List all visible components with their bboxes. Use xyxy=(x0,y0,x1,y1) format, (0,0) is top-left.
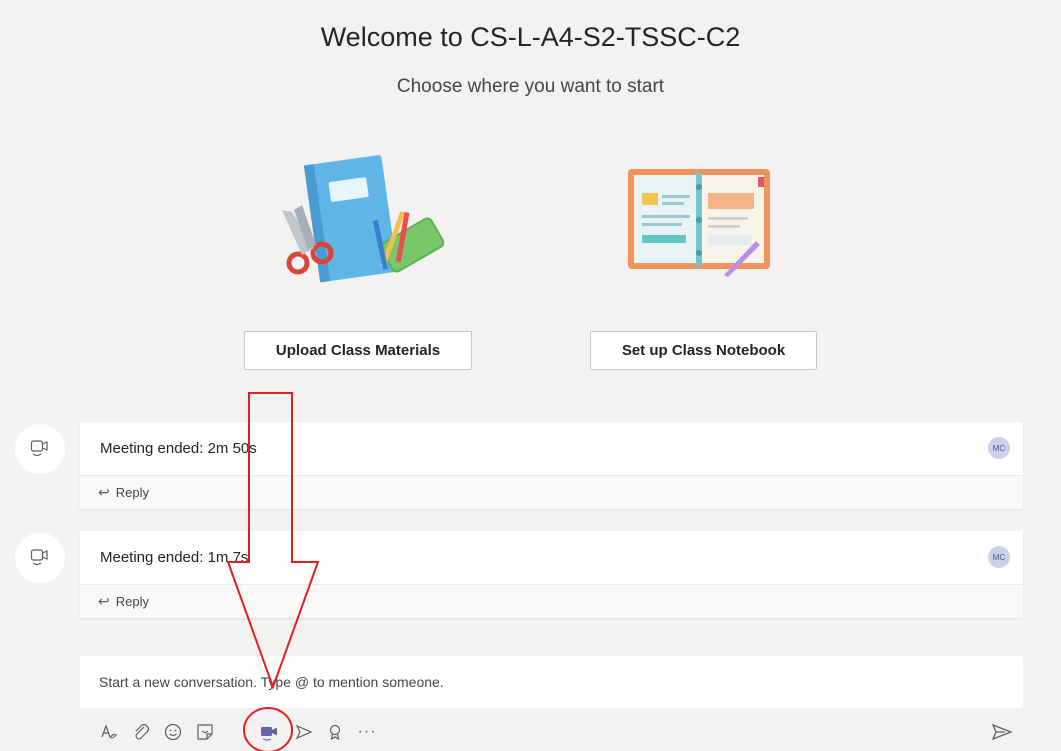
meeting-post-card: Meeting ended: 1m 7s MC ↩ Reply xyxy=(80,531,1023,618)
reply-arrow-icon: ↩ xyxy=(98,484,110,500)
welcome-title: Welcome to CS-L-A4-S2-TSSC-C2 xyxy=(320,22,741,52)
send-icon[interactable] xyxy=(990,720,1014,744)
compose-box[interactable] xyxy=(80,656,1023,708)
meeting-ended-text: Meeting ended: 1m 7s xyxy=(100,549,249,566)
meeting-post-card: Meeting ended: 2m 50s MC ↩ Reply xyxy=(80,422,1023,509)
reply-label: Reply xyxy=(115,594,149,609)
welcome-subtitle: Choose where you want to start xyxy=(396,76,665,97)
praise-send-icon[interactable] xyxy=(292,720,316,744)
meeting-post-icon-wrap xyxy=(15,533,65,583)
avatar[interactable]: MC xyxy=(988,546,1010,568)
meet-video-icon xyxy=(30,549,48,566)
avatar[interactable]: MC xyxy=(988,437,1010,459)
sticker-icon[interactable] xyxy=(193,720,217,744)
reply-button[interactable]: ↩ Reply xyxy=(80,475,1023,509)
format-icon[interactable] xyxy=(97,720,121,744)
meeting-post-icon-wrap xyxy=(15,424,65,474)
reply-label: Reply xyxy=(115,485,149,500)
class-notebook-illustration xyxy=(628,169,770,277)
upload-class-materials-button[interactable]: Upload Class Materials xyxy=(244,331,472,370)
reply-arrow-icon: ↩ xyxy=(98,593,110,609)
annotation-overlay xyxy=(226,392,320,751)
meeting-ended-text: Meeting ended: 2m 50s xyxy=(100,440,257,457)
class-materials-illustration xyxy=(282,155,445,283)
meet-now-icon[interactable] xyxy=(257,720,281,744)
praise-icon[interactable] xyxy=(323,720,347,744)
set-up-class-notebook-button[interactable]: Set up Class Notebook xyxy=(590,331,817,370)
attach-icon[interactable] xyxy=(129,720,153,744)
meet-video-icon xyxy=(30,440,48,457)
new-conversation-input[interactable] xyxy=(99,674,999,690)
more-icon[interactable]: ··· xyxy=(355,720,379,744)
emoji-icon[interactable] xyxy=(161,720,185,744)
reply-button[interactable]: ↩ Reply xyxy=(80,584,1023,618)
